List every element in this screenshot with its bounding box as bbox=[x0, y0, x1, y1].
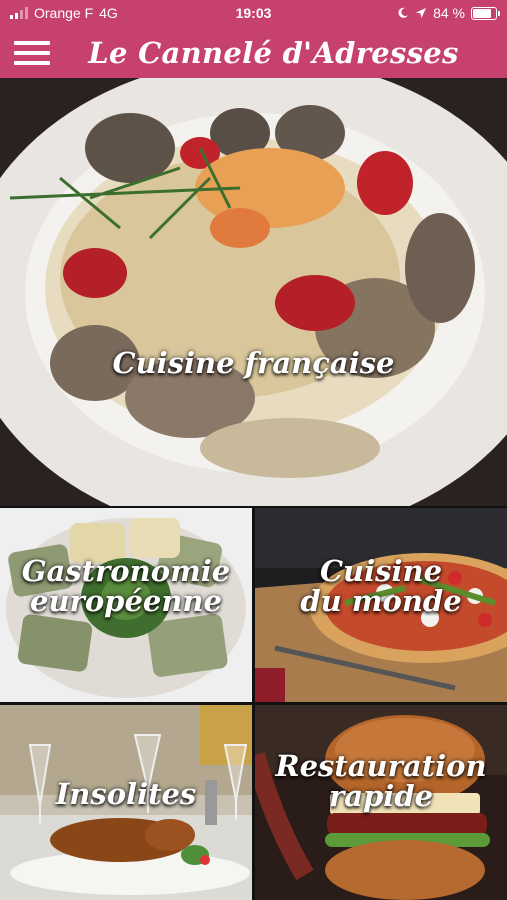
category-label-line2: du monde bbox=[300, 584, 462, 619]
category-label: Cuisine française bbox=[0, 346, 507, 380]
category-label-line1: Insolites bbox=[55, 777, 197, 811]
category-label-line1: Gastronomie bbox=[21, 554, 231, 588]
location-arrow-icon bbox=[416, 8, 427, 18]
category-tile-cuisine-du-monde[interactable]: Cuisine du monde bbox=[255, 508, 507, 702]
battery-icon bbox=[471, 6, 500, 20]
tile-photo-pasta-clams bbox=[0, 78, 507, 506]
app-title: Le Cannelé d'Adresses bbox=[88, 36, 459, 70]
category-tile-insolites[interactable]: Insolites bbox=[0, 705, 252, 900]
app-header: Le Cannelé d'Adresses bbox=[0, 28, 507, 78]
category-label-line2: européenne bbox=[30, 584, 222, 619]
menu-icon[interactable] bbox=[14, 40, 50, 66]
category-tile-gastronomie-europeenne[interactable]: Gastronomie européenne bbox=[0, 508, 252, 702]
status-bar: Orange F 4G 19:03 84 % bbox=[0, 0, 507, 28]
category-label-line1: Restauration bbox=[275, 749, 487, 783]
category-label: Restauration rapide bbox=[255, 751, 507, 812]
moon-icon bbox=[398, 7, 409, 18]
status-right: 84 % bbox=[397, 5, 500, 21]
category-tile-cuisine-francaise[interactable]: Cuisine française bbox=[0, 78, 507, 506]
category-tile-restauration-rapide[interactable]: Restauration rapide bbox=[255, 705, 507, 900]
category-label-line1: Cuisine bbox=[319, 554, 443, 588]
category-label-line2: rapide bbox=[328, 779, 434, 814]
category-label-line1: Cuisine française bbox=[112, 346, 395, 380]
category-label: Gastronomie européenne bbox=[0, 556, 252, 617]
category-label: Insolites bbox=[0, 777, 252, 811]
category-label: Cuisine du monde bbox=[255, 556, 507, 617]
battery-percent: 84 % bbox=[433, 5, 465, 21]
